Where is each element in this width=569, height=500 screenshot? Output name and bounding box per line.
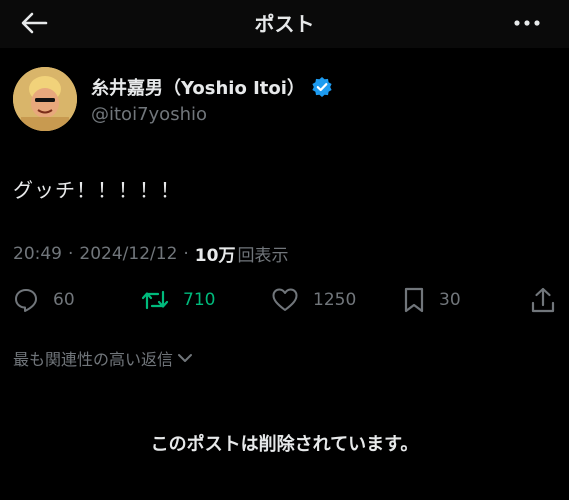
share-icon xyxy=(531,287,555,313)
meta-separator: · xyxy=(68,243,74,264)
heart-icon xyxy=(272,288,298,311)
reply-icon xyxy=(15,289,37,312)
more-options-button[interactable] xyxy=(511,8,543,38)
more-dots-icon xyxy=(514,20,540,26)
like-count: 1250 xyxy=(313,290,357,310)
bookmark-button[interactable]: 30 xyxy=(403,282,461,318)
bookmark-icon xyxy=(404,287,424,313)
views-count: 10万 xyxy=(194,246,236,266)
reply-count: 60 xyxy=(53,290,75,310)
top-bar: ポスト xyxy=(0,0,569,48)
reply-button[interactable]: 60 xyxy=(13,282,75,318)
bookmark-count: 30 xyxy=(439,290,461,310)
share-button[interactable] xyxy=(530,282,556,318)
retweet-count: 710 xyxy=(183,290,216,310)
chevron-down-icon xyxy=(178,354,193,362)
tweet-time[interactable]: 20:49 xyxy=(13,244,62,264)
reply-sort-selector[interactable]: 最も関連性の高い返信 xyxy=(13,346,193,370)
reply-sort-label: 最も関連性の高い返信 xyxy=(13,350,174,369)
user-handle[interactable]: @itoi7yoshio xyxy=(91,104,207,125)
retweet-button[interactable]: 710 xyxy=(141,282,215,318)
action-bar: 60 710 1250 30 xyxy=(0,282,569,318)
like-button[interactable]: 1250 xyxy=(271,282,356,318)
deleted-post-notice: このポストは削除されています。 xyxy=(150,434,419,455)
views-label: 回表示 xyxy=(237,246,289,266)
tweet-date[interactable]: 2024/12/12 xyxy=(79,244,177,264)
verified-badge-icon xyxy=(312,77,332,97)
meta-separator-2: · xyxy=(183,243,189,264)
page-title: ポスト xyxy=(254,12,315,36)
display-name[interactable]: 糸井嘉男（Yoshio Itoi） xyxy=(91,74,305,100)
tweet-meta: 20:49 · 2024/12/12 · 10万 回表示 xyxy=(13,241,289,267)
retweet-icon xyxy=(141,290,169,310)
tweet-text: グッチ！！！！！ xyxy=(13,178,181,202)
avatar-illustration-icon xyxy=(13,67,77,131)
avatar[interactable] xyxy=(13,67,77,131)
author-name-row: 糸井嘉男（Yoshio Itoi） xyxy=(91,74,333,100)
